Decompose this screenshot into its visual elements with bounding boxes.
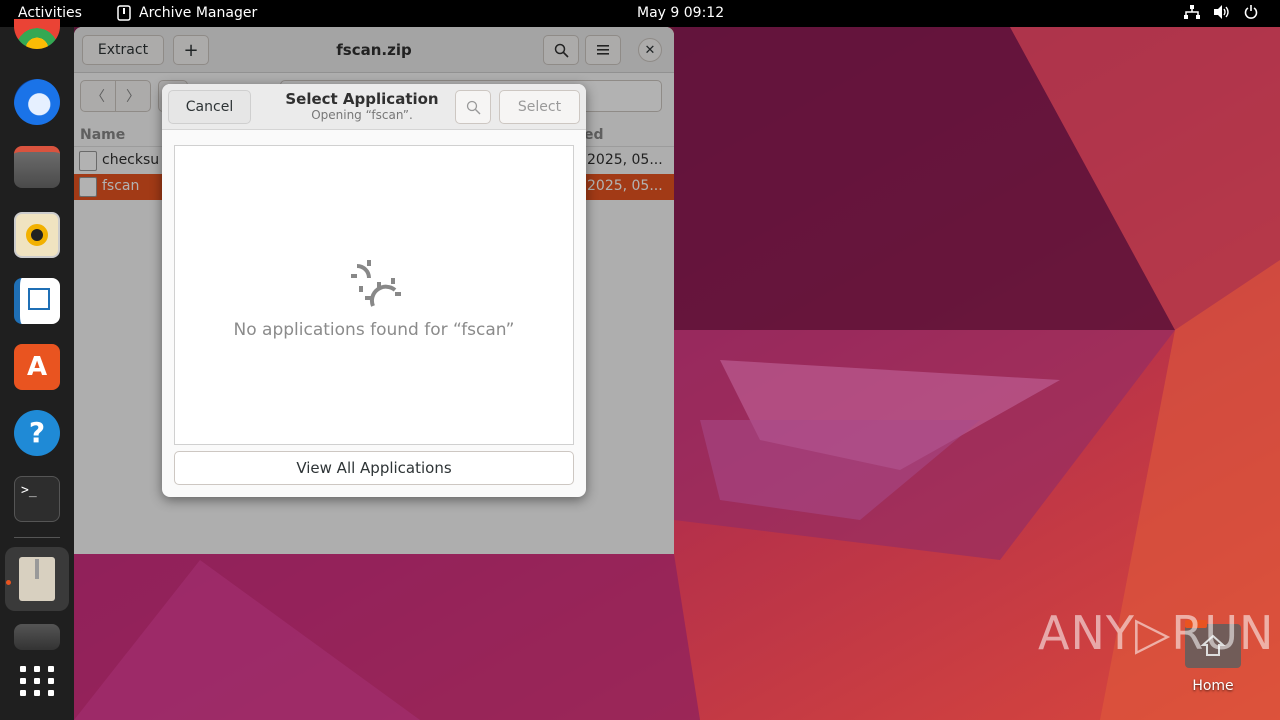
dialog-search-button[interactable] <box>455 90 491 124</box>
power-icon <box>1244 5 1258 19</box>
select-button[interactable]: Select <box>499 90 580 124</box>
top-bar: Activities Archive Manager May 9 09:12 <box>0 0 1280 27</box>
writer-icon[interactable] <box>14 278 60 324</box>
rhythmbox-icon[interactable] <box>14 212 60 258</box>
chrome-icon[interactable] <box>14 19 60 49</box>
network-icon <box>1184 5 1200 19</box>
home-folder-label: Home <box>1192 678 1234 694</box>
app-menu[interactable]: Archive Manager <box>117 5 257 21</box>
archive-manager-icon <box>117 5 131 21</box>
system-tray[interactable] <box>1184 5 1258 19</box>
app-menu-label: Archive Manager <box>139 5 258 21</box>
dialog-headerbar: Cancel Select Application Opening “fscan… <box>162 84 586 130</box>
gears-icon <box>351 260 401 307</box>
search-icon <box>466 100 480 114</box>
volume-icon <box>1214 5 1229 19</box>
select-application-dialog: Cancel Select Application Opening “fscan… <box>162 84 586 497</box>
dialog-subtitle: Opening “fscan”. <box>311 108 413 122</box>
drive-icon[interactable] <box>14 624 60 650</box>
running-indicator <box>6 580 11 585</box>
clock[interactable]: May 9 09:12 <box>637 5 724 21</box>
archive-manager-dock-item[interactable] <box>5 547 69 611</box>
view-all-applications-button[interactable]: View All Applications <box>174 451 574 485</box>
application-list: No applications found for “fscan” <box>174 145 574 445</box>
files-icon[interactable] <box>14 146 60 188</box>
help-icon[interactable]: ? <box>14 410 60 456</box>
empty-state-message: No applications found for “fscan” <box>233 320 515 340</box>
show-apps-icon[interactable] <box>14 662 60 708</box>
thunderbird-icon[interactable] <box>14 79 60 125</box>
cancel-button[interactable]: Cancel <box>168 90 251 124</box>
dock: A ? >_ <box>0 19 74 720</box>
dialog-title: Select Application <box>285 90 439 108</box>
app-center-icon[interactable]: A <box>14 344 60 390</box>
terminal-icon[interactable]: >_ <box>14 476 60 522</box>
anyrun-watermark: ANY▷RUN <box>1038 606 1275 660</box>
